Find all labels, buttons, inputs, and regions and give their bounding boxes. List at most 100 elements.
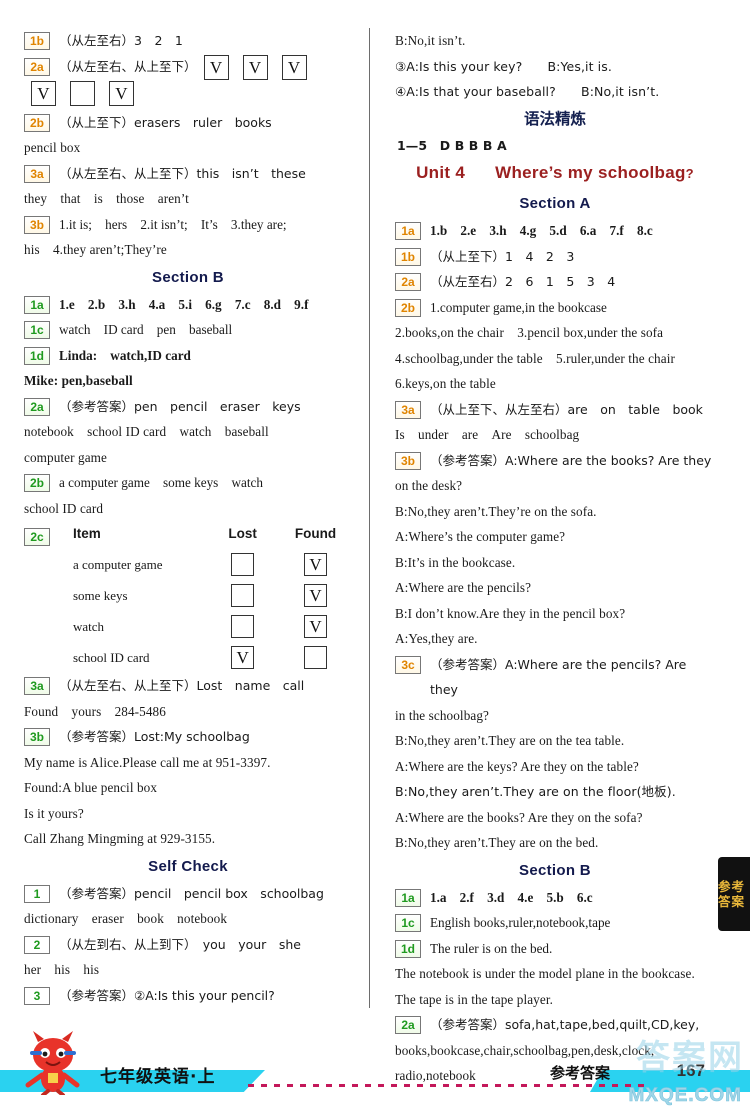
exercise-text-rb1c: English books,ruler,notebook,tape: [430, 915, 611, 930]
two-column-body: 1b （从左至右）3 2 1 2a （从左至右、从上至下） V V V VV 2b （…: [24, 28, 726, 1083]
exercise-text-a3b-c1: on the desk?: [395, 478, 463, 493]
checkbox-cell[interactable]: V: [304, 615, 328, 639]
exercise-text-a3b-c6: B:I don’t know.Are they in the pencil bo…: [395, 605, 626, 621]
exercise-tag-3b[interactable]: 3b: [395, 451, 421, 470]
exercise-text-1c: watch ID card pen baseball: [59, 322, 233, 338]
exercise-tag-2b[interactable]: 2b: [24, 474, 50, 493]
table-header-row: Item Lost Found: [59, 524, 352, 549]
exercise-text-2b: a computer game some keys watch: [59, 475, 263, 491]
side-thumb-tab-reference-answers[interactable]: 参考答案: [718, 857, 750, 931]
exercise-text-2a-cont2: computer game: [24, 449, 107, 465]
exercise-tag-3a[interactable]: 3a: [395, 400, 421, 419]
exercise-text-3a-cont: Found yours 284-5486: [24, 703, 166, 719]
exercise-text-a3b-c4: B:It’s in the bookcase.: [395, 554, 516, 570]
exercise-tag-2c[interactable]: 2c: [24, 528, 50, 547]
exercise-block-a2a: 2a （从左至右）2 6 1 5 3 4: [395, 269, 715, 295]
exercise-text-1d: Linda: watch,ID card: [59, 347, 191, 363]
cell-found: V: [279, 549, 352, 580]
dialog-line-3: ③A:Is this your key? B:Yes,it is.: [395, 58, 612, 74]
checkbox-cell[interactable]: V: [203, 54, 229, 80]
checkbox-cell[interactable]: V: [304, 584, 328, 608]
checkbox-cell[interactable]: [231, 584, 255, 608]
exercise-tag-2a[interactable]: 2a: [395, 273, 421, 291]
footer-dotted-rule: [248, 1084, 645, 1087]
exercise-text-a3b: （参考答案）A:Where are the books? Are they: [430, 452, 712, 468]
footer-grade-label: 七年级英语·上: [100, 1067, 216, 1087]
lost-found-table: Item Lost Found a computer game V some k…: [59, 524, 352, 673]
checkbox-cell[interactable]: V: [109, 81, 134, 107]
table-row: some keys V: [59, 580, 352, 611]
exercise-tag-1d[interactable]: 1d: [395, 939, 421, 958]
unit-number: Unit 4: [416, 163, 466, 182]
checkbox-cell[interactable]: [304, 646, 328, 670]
exercise-text-3b: （参考答案）Lost:My schoolbag: [59, 729, 250, 745]
exercise-text-2b-cont: pencil box: [24, 140, 81, 156]
checkbox-cell[interactable]: V: [242, 54, 268, 80]
exercise-tag-3[interactable]: 3: [24, 986, 50, 1005]
exercise-text-sc1: （参考答案）pencil pencil box schoolbag: [59, 885, 324, 901]
exercise-text-rb1d-c1: The notebook is under the model plane in…: [395, 966, 695, 981]
exercise-tag-1b[interactable]: 1b: [395, 247, 421, 266]
exercise-text-a1b: （从上至下）1 4 2 3: [430, 248, 575, 264]
exercise-block-a3c: 3c （参考答案）A:Where are the pencils? Are th…: [395, 652, 715, 703]
exercise-tag-2b[interactable]: 2b: [24, 113, 50, 132]
exercise-tag-1a[interactable]: 1a: [395, 222, 421, 240]
exercise-text-3a-cont: they that is those aren’t: [24, 191, 189, 207]
column-divider: [369, 28, 370, 1008]
exercise-text-3b-c3: Is it yours?: [24, 805, 84, 821]
answer-key-page: 1b （从左至右）3 2 1 2a （从左至右、从上至下） V V V VV 2b （…: [0, 0, 750, 1109]
dialog-line-4: ④A:Is that your baseball? B:No,it isn’t.: [395, 84, 660, 99]
exercise-tag-1d[interactable]: 1d: [24, 346, 50, 365]
exercise-tag-3a[interactable]: 3a: [24, 164, 50, 183]
dialog-line-b: B:No,it isn’t.: [395, 33, 466, 48]
exercise-text-2a: （从左至右、从上至下） V V V: [59, 54, 352, 80]
exercise-tag-2a[interactable]: 2a: [24, 57, 50, 76]
exercise-text-1d-cont: Mike: pen,baseball: [24, 373, 133, 389]
exercise-text-a3c-c3: A:Where are the keys? Are they on the ta…: [395, 758, 639, 774]
right-column: B:No,it isn’t. ③A:Is this your key? B:Ye…: [375, 28, 715, 1083]
checkbox-row-2: VV: [24, 80, 352, 110]
watermark-cn: 答案网: [636, 1038, 744, 1078]
exercise-block-a3b: 3b （参考答案）A:Where are the books? Are they: [395, 448, 715, 474]
exercise-tag-1c[interactable]: 1c: [24, 321, 50, 340]
checkbox-cell[interactable]: V: [304, 553, 328, 577]
cell-item: watch: [73, 618, 105, 634]
exercise-block-b1a: 1a 1.e 2.b 3.h 4.a 5.i 6.g 7.c 8.d 9.f: [24, 292, 352, 318]
exercise-block-b1d: 1d Linda: watch,ID card: [24, 343, 352, 369]
exercise-tag-1a[interactable]: 1a: [395, 888, 421, 907]
section-a-heading: Section A: [519, 195, 591, 212]
exercise-text-sc2: （从左到右、从上到下） you your she: [59, 936, 301, 952]
exercise-block-3a: 3a （从左至右、从上至下）this isn’t these: [24, 161, 352, 187]
checkbox-cell[interactable]: [231, 615, 255, 639]
exercise-tag-3b[interactable]: 3b: [24, 728, 50, 747]
checkbox-cell[interactable]: V: [31, 81, 56, 107]
exercise-block-2a: 2a （从左至右、从上至下） V V V: [24, 54, 352, 80]
grammar-answers: 1—5 D B B B A: [397, 137, 507, 153]
exercise-tag-2b[interactable]: 2b: [395, 298, 421, 317]
exercise-text-a3c: （参考答案）A:Where are the pencils? Are they: [430, 656, 687, 698]
exercise-tag-3c[interactable]: 3c: [395, 655, 421, 674]
exercise-tag-2[interactable]: 2: [24, 935, 50, 954]
exercise-block-a1b: 1b （从上至下）1 4 2 3: [395, 244, 715, 270]
checkbox-cell[interactable]: [70, 81, 95, 107]
exercise-tag-3b[interactable]: 3b: [24, 215, 50, 234]
footer-answer-label: 参考答案: [549, 1064, 610, 1082]
cell-found: V: [279, 580, 352, 611]
exercise-tag-1b[interactable]: 1b: [24, 32, 50, 50]
exercise-tag-1c[interactable]: 1c: [395, 914, 421, 932]
exercise-tag-2a[interactable]: 2a: [24, 397, 50, 416]
exercise-text-a3c-c5: A:Where are the books? Are they on the s…: [395, 809, 643, 825]
section-b-heading-right: Section B: [519, 861, 591, 879]
checkbox-cell[interactable]: V: [231, 646, 255, 670]
exercise-text-a2b: 1.computer game,in the bookcase: [430, 299, 607, 315]
checkbox-cell[interactable]: [231, 553, 255, 577]
exercise-tag-1a[interactable]: 1a: [24, 295, 50, 314]
exercise-text-a3c-c1: in the schoolbag?: [395, 707, 489, 723]
exercise-text-a3b-c2: B:No,they aren’t.They’re on the sofa.: [395, 503, 597, 519]
checkbox-cell[interactable]: V: [281, 54, 307, 80]
exercise-tag-1[interactable]: 1: [24, 884, 50, 903]
exercise-block-b2b: 2b a computer game some keys watch: [24, 470, 352, 496]
exercise-tag-3a[interactable]: 3a: [24, 677, 50, 696]
exercise-text-a3a-cont: Is under are Are schoolbag: [395, 427, 580, 442]
exercise-text-3b-c4: Call Zhang Mingming at 929-3155.: [24, 831, 216, 847]
